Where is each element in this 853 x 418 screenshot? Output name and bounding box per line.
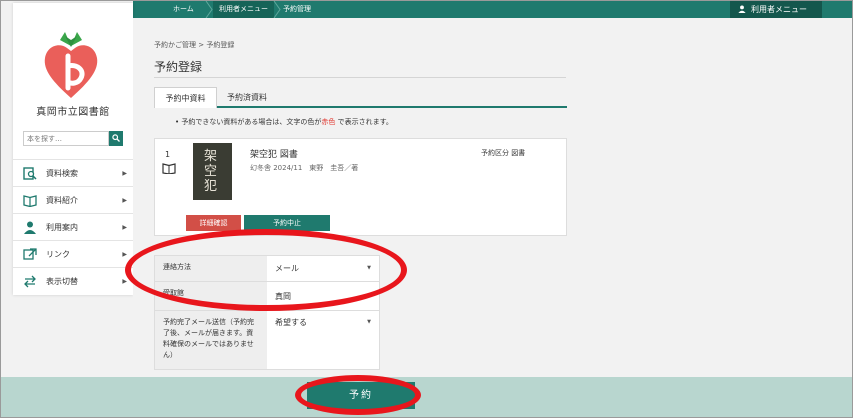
book-title[interactable]: 架空犯 図書 <box>250 147 298 160</box>
notice-after: で表示されます。 <box>337 118 393 126</box>
divider <box>154 77 566 78</box>
annotation-ellipse <box>295 375 421 415</box>
book-cover[interactable]: 架空犯 <box>193 143 232 200</box>
crumb-home[interactable]: ホーム <box>173 1 194 18</box>
search-icon <box>112 134 120 142</box>
sidebar-item-label: 表示切替 <box>46 277 78 286</box>
notice-text: • 予約できない資料がある場合は、文字の色が赤色 で表示されます。 <box>175 117 393 127</box>
book-cover-title: 架空犯 <box>204 149 218 194</box>
link-icon <box>23 248 37 260</box>
search-doc-icon <box>23 167 37 180</box>
caret-down-icon: ▼ <box>367 319 371 325</box>
reservation-type: 予約区分 図書 <box>481 149 526 157</box>
browser-frame: ホーム 利用者メニュー 予約管理 利用者メニュー 真岡市立図書館 資料検索 ▶ <box>0 0 853 418</box>
person-icon <box>24 221 36 234</box>
library-name[interactable]: 真岡市立図書館 <box>13 103 133 118</box>
library-logo[interactable] <box>41 22 101 100</box>
tab-bar: 予約中資料 予約済資料 <box>154 87 567 108</box>
item-number: 1 <box>165 150 171 159</box>
sidebar-item-links[interactable]: リンク ▶ <box>13 240 133 267</box>
crumb-user-menu[interactable]: 利用者メニュー <box>213 1 274 18</box>
main-content: 予約かご管理 > 予約登録 予約登録 予約中資料 予約済資料 • 予約できない資… <box>133 18 852 377</box>
notice-red-word: 赤色 <box>321 118 336 126</box>
person-icon <box>738 5 746 13</box>
open-book-icon <box>23 195 37 207</box>
tab-reserving[interactable]: 予約中資料 <box>154 87 217 108</box>
switch-arrows-icon <box>24 275 36 288</box>
open-book-icon <box>162 163 176 174</box>
detail-button[interactable]: 詳細確認 <box>186 215 241 231</box>
crumb-reservation: 予約管理 <box>283 5 311 13</box>
annotation-ellipse <box>125 229 407 311</box>
reservation-item-card: 1 架空犯 架空犯 図書 幻冬舎 2024/11 東野 圭吾／著 予約区分 図書… <box>154 138 567 236</box>
sidebar-item-label: 利用案内 <box>46 223 78 232</box>
sidebar-item-label: リンク <box>46 250 70 259</box>
sidebar-menu: 資料検索 ▶ 資料紹介 ▶ 利用案内 ▶ リンク ▶ 表示切替 ▶ <box>13 159 133 294</box>
page-title: 予約登録 <box>154 60 203 74</box>
chevron-right-icon: ▶ <box>122 224 127 231</box>
user-menu-label: 利用者メニュー <box>751 5 807 14</box>
sidebar-item-label: 資料検索 <box>46 169 78 178</box>
mail-notification-label: 予約完了メール送信（予約完了後、メールが届きます。資料確保のメールではありません… <box>155 311 267 369</box>
action-footer <box>1 377 852 417</box>
page-breadcrumb: 予約かご管理 > 予約登録 <box>154 41 235 49</box>
sidebar-item-label: 資料紹介 <box>46 196 78 205</box>
search-button[interactable] <box>109 131 123 146</box>
chevron-right-icon: ▶ <box>122 170 127 177</box>
form-row-mail: 予約完了メール送信（予約完了後、メールが届きます。資料確保のメールではありません… <box>154 310 380 370</box>
sidebar-item-guide[interactable]: 利用案内 ▶ <box>13 213 133 240</box>
tab-reserved[interactable]: 予約済資料 <box>217 87 277 108</box>
sidebar-item-intro[interactable]: 資料紹介 ▶ <box>13 186 133 213</box>
mail-notification-select[interactable]: 希望する <box>275 317 307 328</box>
search-input[interactable] <box>23 131 109 146</box>
book-meta: 幻冬舎 2024/11 東野 圭吾／著 <box>250 164 359 172</box>
crumb-separator-icon <box>273 1 281 18</box>
crumb-separator-icon <box>205 1 213 18</box>
user-menu-button[interactable]: 利用者メニュー <box>730 1 822 18</box>
chevron-right-icon: ▶ <box>122 197 127 204</box>
top-nav-bar: ホーム 利用者メニュー 予約管理 利用者メニュー <box>133 1 852 18</box>
sidebar-item-search[interactable]: 資料検索 ▶ <box>13 159 133 186</box>
sidebar-item-display-toggle[interactable]: 表示切替 ▶ <box>13 267 133 294</box>
notice-before: 予約できない資料がある場合は、文字の色が <box>181 118 322 126</box>
sidebar: 真岡市立図書館 資料検索 ▶ 資料紹介 ▶ 利用案内 ▶ リンク <box>13 3 133 295</box>
